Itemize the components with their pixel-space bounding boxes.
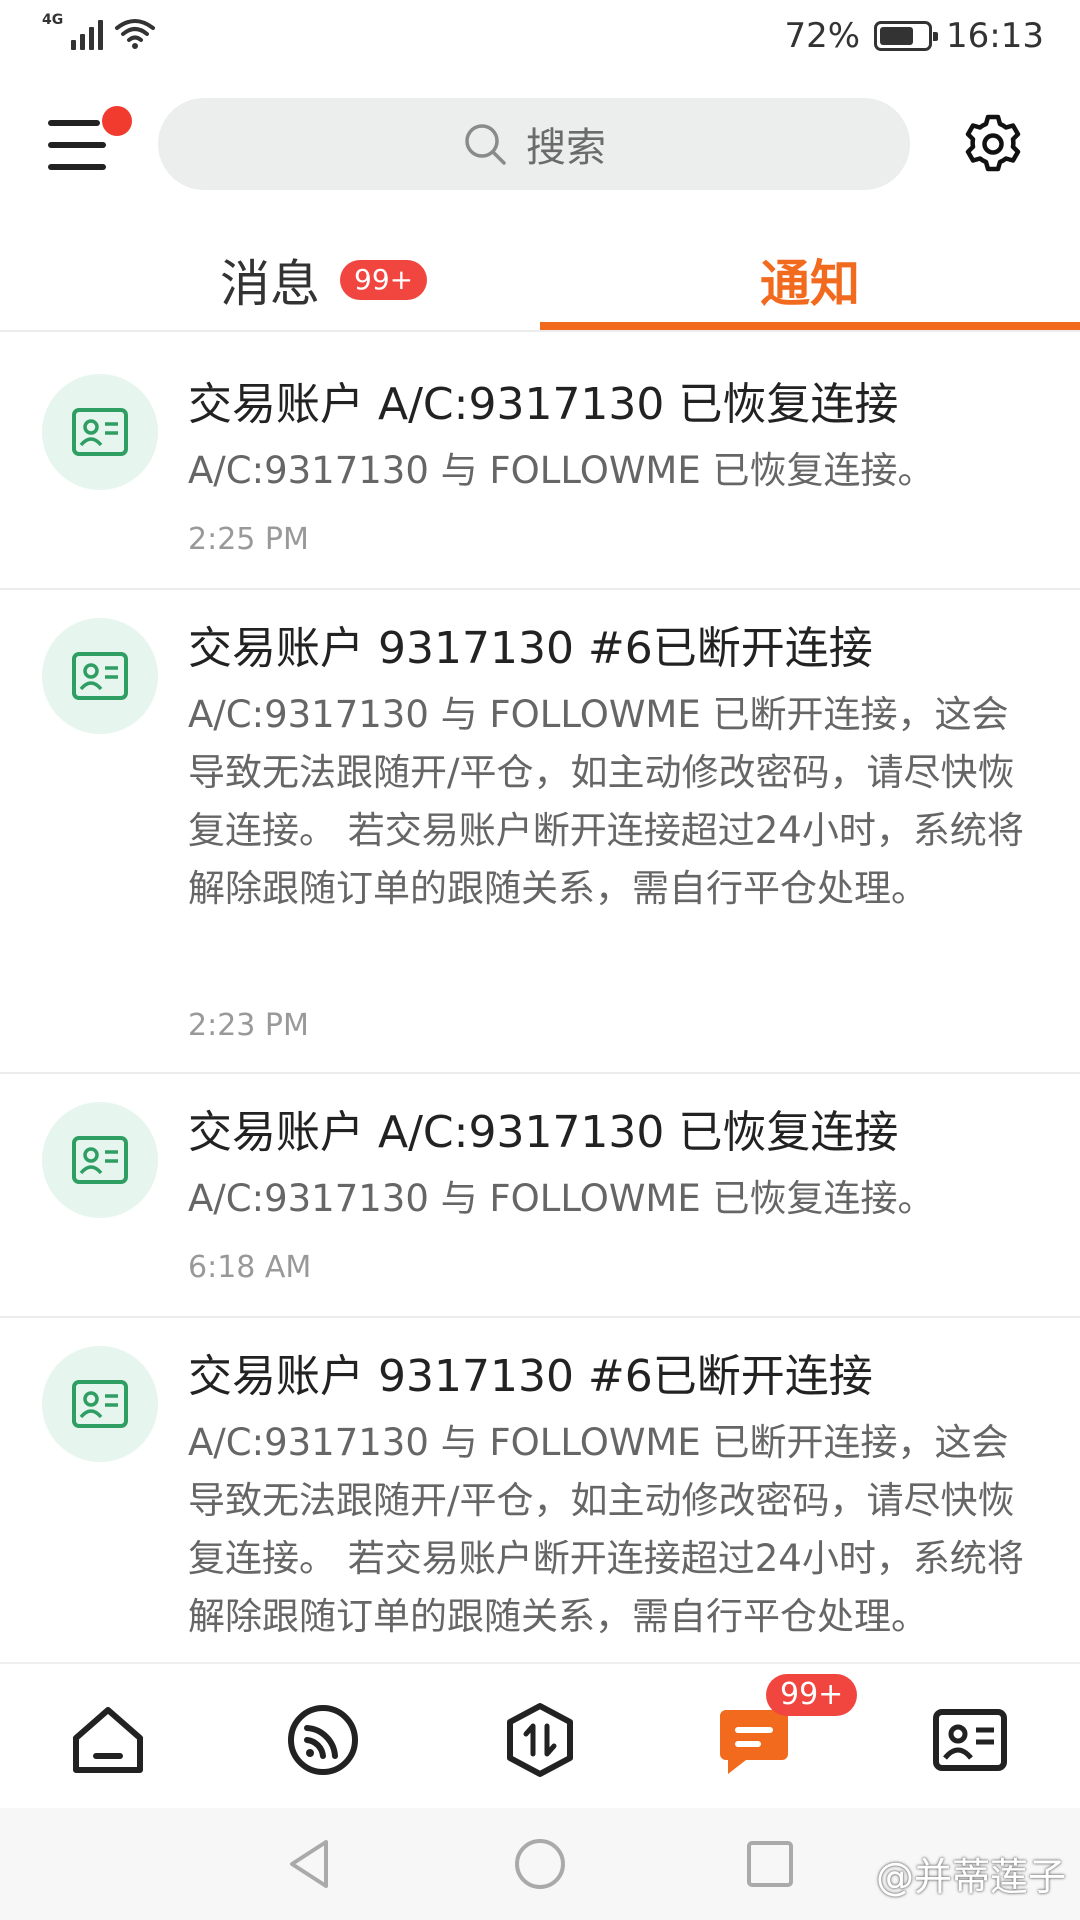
search-bar[interactable]: 搜索 [158, 98, 910, 190]
notification-title: 交易账户 9317130 #6已断开连接 [188, 623, 873, 674]
notification-body: A/C:9317130 与 FOLLOWME 已断开连接，这会导致无法跟随开/平… [188, 1421, 1024, 1638]
notification-item[interactable]: 交易账户 A/C:9317130 已恢复连接 A/C:9317130 与 FOL… [0, 346, 1080, 590]
notification-body: A/C:9317130 与 FOLLOWME 已断开连接，这会导致无法跟随开/平… [188, 693, 1024, 910]
account-card-icon [42, 618, 158, 734]
battery-percent: 72% [784, 16, 861, 56]
search-placeholder: 搜索 [526, 125, 606, 171]
account-card-icon [42, 374, 158, 490]
tab-bar: 消息 99+ 通知 [0, 228, 1080, 332]
network-type: 4G [42, 12, 64, 28]
feed-icon[interactable] [283, 1700, 363, 1780]
notification-body: A/C:9317130 与 FOLLOWME 已恢复连接。 [188, 449, 935, 492]
recents-icon[interactable] [740, 1834, 800, 1894]
account-card-icon [42, 1102, 158, 1218]
menu-button[interactable] [46, 106, 132, 174]
notification-time: 2:23 PM [188, 1008, 309, 1043]
notification-title: 交易账户 A/C:9317130 已恢复连接 [188, 1107, 899, 1158]
notification-item[interactable]: 交易账户 9317130 #6已断开连接 A/C:9317130 与 FOLLO… [0, 1318, 1080, 1662]
bottom-nav: 99+ [0, 1662, 1080, 1808]
notification-body: A/C:9317130 与 FOLLOWME 已恢复连接。 [188, 1177, 935, 1220]
gear-icon[interactable] [962, 113, 1024, 175]
battery-level [880, 27, 914, 45]
system-nav-bar: @并蒂莲子 [0, 1808, 1080, 1920]
menu-line-middle [48, 142, 106, 148]
wifi-icon [115, 19, 156, 49]
notification-time: 2:25 PM [188, 522, 309, 557]
clock: 16:13 [946, 16, 1044, 56]
home-icon[interactable] [68, 1700, 148, 1780]
account-card-icon [42, 1346, 158, 1462]
search-icon [465, 124, 506, 165]
tab-notifications-label: 通知 [760, 255, 860, 313]
messages-badge: 99+ [340, 260, 428, 300]
notification-item[interactable]: 交易账户 A/C:9317130 已恢复连接 A/C:9317130 与 FOL… [0, 1074, 1080, 1318]
menu-line-bottom [48, 164, 106, 170]
status-bar: 4G 72% 16:13 [0, 0, 1080, 76]
notification-time: 6:18 AM [188, 1250, 312, 1285]
battery-icon [874, 21, 939, 51]
watermark: @并蒂莲子 [875, 1855, 1066, 1899]
notification-title: 交易账户 9317130 #6已断开连接 [188, 1351, 873, 1402]
active-tab-indicator [540, 322, 1080, 330]
notification-list[interactable]: 交易账户 A/C:9317130 已恢复连接 A/C:9317130 与 FOL… [0, 346, 1080, 1662]
status-right: 72% 16:13 [784, 16, 1044, 56]
notification-title: 交易账户 A/C:9317130 已恢复连接 [188, 379, 899, 430]
menu-notification-dot [102, 106, 132, 136]
trade-icon[interactable] [500, 1700, 580, 1780]
messages-nav-badge: 99+ [766, 1674, 858, 1716]
home-circle-icon[interactable] [510, 1834, 570, 1894]
tab-messages-label: 消息 [220, 255, 320, 313]
menu-line-top [48, 120, 100, 126]
notification-item[interactable]: 交易账户 9317130 #6已断开连接 A/C:9317130 与 FOLLO… [0, 590, 1080, 1074]
signal-icon [71, 16, 104, 50]
status-left: 4G [40, 12, 157, 50]
tab-messages[interactable]: 消息 99+ [220, 228, 428, 332]
account-icon[interactable] [930, 1700, 1010, 1780]
tab-notifications[interactable]: 通知 [540, 228, 1080, 332]
back-icon[interactable] [280, 1834, 340, 1894]
